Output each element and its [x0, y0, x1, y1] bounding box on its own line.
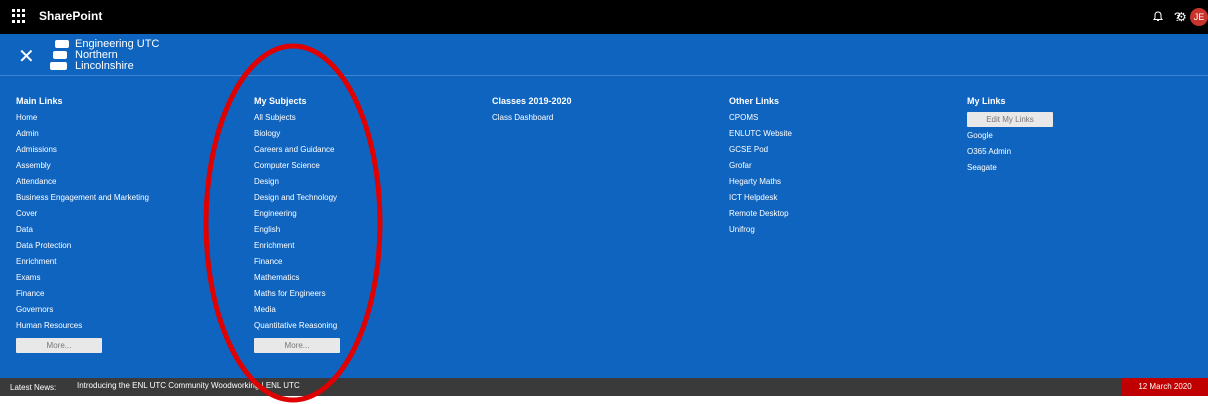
menu-link[interactable]: Google: [967, 130, 1053, 146]
menu-link[interactable]: Hegarty Maths: [729, 176, 792, 192]
menu-link[interactable]: Assembly: [16, 160, 149, 176]
menu-link[interactable]: Data Protection: [16, 240, 149, 256]
menu-link[interactable]: ICT Helpdesk: [729, 192, 792, 208]
menu-link[interactable]: O365 Admin: [967, 146, 1053, 162]
more-button[interactable]: More...: [16, 338, 102, 353]
app-launcher-icon[interactable]: [12, 9, 26, 23]
column-title: Other Links: [729, 96, 780, 106]
menu-link[interactable]: Governors: [16, 304, 149, 320]
menu-link[interactable]: Media: [254, 304, 340, 320]
news-label: Latest News:: [10, 383, 57, 392]
menu-link[interactable]: Attendance: [16, 176, 149, 192]
column-main-links: Main Links Home Admin Admissions Assembl…: [16, 96, 149, 353]
column-my-links: My Links Edit My Links Google O365 Admin…: [967, 96, 1053, 178]
news-bar: Latest News: Introducing the ENL UTC Com…: [0, 378, 1208, 396]
suite-bar: SharePoint ⚙ ? JE: [0, 0, 1208, 34]
menu-link[interactable]: Cover: [16, 208, 149, 224]
menu-link[interactable]: Design and Technology: [254, 192, 340, 208]
column-title: Main Links: [16, 96, 63, 106]
notification-bell-icon[interactable]: [1153, 11, 1163, 22]
menu-link[interactable]: Mathematics: [254, 272, 340, 288]
column-title: Classes 2019-2020: [492, 96, 572, 106]
menu-link[interactable]: Computer Science: [254, 160, 340, 176]
column-my-subjects: My Subjects All Subjects Biology Careers…: [254, 96, 340, 353]
menu-link[interactable]: Class Dashboard: [492, 112, 572, 128]
news-headline-link[interactable]: Introducing the ENL UTC Community Woodwo…: [77, 381, 300, 390]
menu-link[interactable]: Business Engagement and Marketing: [16, 192, 149, 208]
mega-menu-panel: ✕ Engineering UTC Northern Lincolnshire …: [0, 34, 1208, 378]
menu-link[interactable]: Remote Desktop: [729, 208, 792, 224]
menu-link[interactable]: English: [254, 224, 340, 240]
menu-link[interactable]: GCSE Pod: [729, 144, 792, 160]
menu-link[interactable]: Careers and Guidance: [254, 144, 340, 160]
menu-link[interactable]: Design: [254, 176, 340, 192]
menu-link[interactable]: All Subjects: [254, 112, 340, 128]
menu-link[interactable]: Finance: [254, 256, 340, 272]
menu-link[interactable]: Quantitative Reasoning: [254, 320, 340, 336]
menu-link[interactable]: Human Resources: [16, 320, 149, 336]
close-icon[interactable]: ✕: [18, 47, 35, 67]
menu-link[interactable]: Enrichment: [254, 240, 340, 256]
menu-header: ✕ Engineering UTC Northern Lincolnshire: [0, 34, 1208, 76]
menu-link[interactable]: Admin: [16, 128, 149, 144]
more-button[interactable]: More...: [254, 338, 340, 353]
menu-link[interactable]: Home: [16, 112, 149, 128]
date-badge: 12 March 2020: [1122, 378, 1208, 396]
column-title: My Links: [967, 96, 1006, 106]
site-logo[interactable]: Engineering UTC Northern Lincolnshire: [50, 37, 180, 73]
edit-my-links-button[interactable]: Edit My Links: [967, 112, 1053, 127]
menu-link[interactable]: Unifrog: [729, 224, 792, 240]
menu-link[interactable]: Exams: [16, 272, 149, 288]
menu-link[interactable]: Seagate: [967, 162, 1053, 178]
help-icon[interactable]: ?: [1174, 11, 1181, 23]
menu-link[interactable]: Grofar: [729, 160, 792, 176]
avatar[interactable]: JE: [1190, 8, 1208, 26]
menu-link[interactable]: CPOMS: [729, 112, 792, 128]
column-other-links: Other Links CPOMS ENLUTC Website GCSE Po…: [729, 96, 792, 240]
menu-link[interactable]: Admissions: [16, 144, 149, 160]
logo-line-3: Lincolnshire: [75, 60, 134, 72]
menu-link[interactable]: Maths for Engineers: [254, 288, 340, 304]
menu-link[interactable]: Engineering: [254, 208, 340, 224]
menu-link[interactable]: Data: [16, 224, 149, 240]
column-title: My Subjects: [254, 96, 307, 106]
menu-link[interactable]: Enrichment: [16, 256, 149, 272]
app-name[interactable]: SharePoint: [39, 9, 102, 23]
column-classes: Classes 2019-2020 Class Dashboard: [492, 96, 572, 128]
menu-link[interactable]: Biology: [254, 128, 340, 144]
menu-link[interactable]: Finance: [16, 288, 149, 304]
menu-link[interactable]: ENLUTC Website: [729, 128, 792, 144]
